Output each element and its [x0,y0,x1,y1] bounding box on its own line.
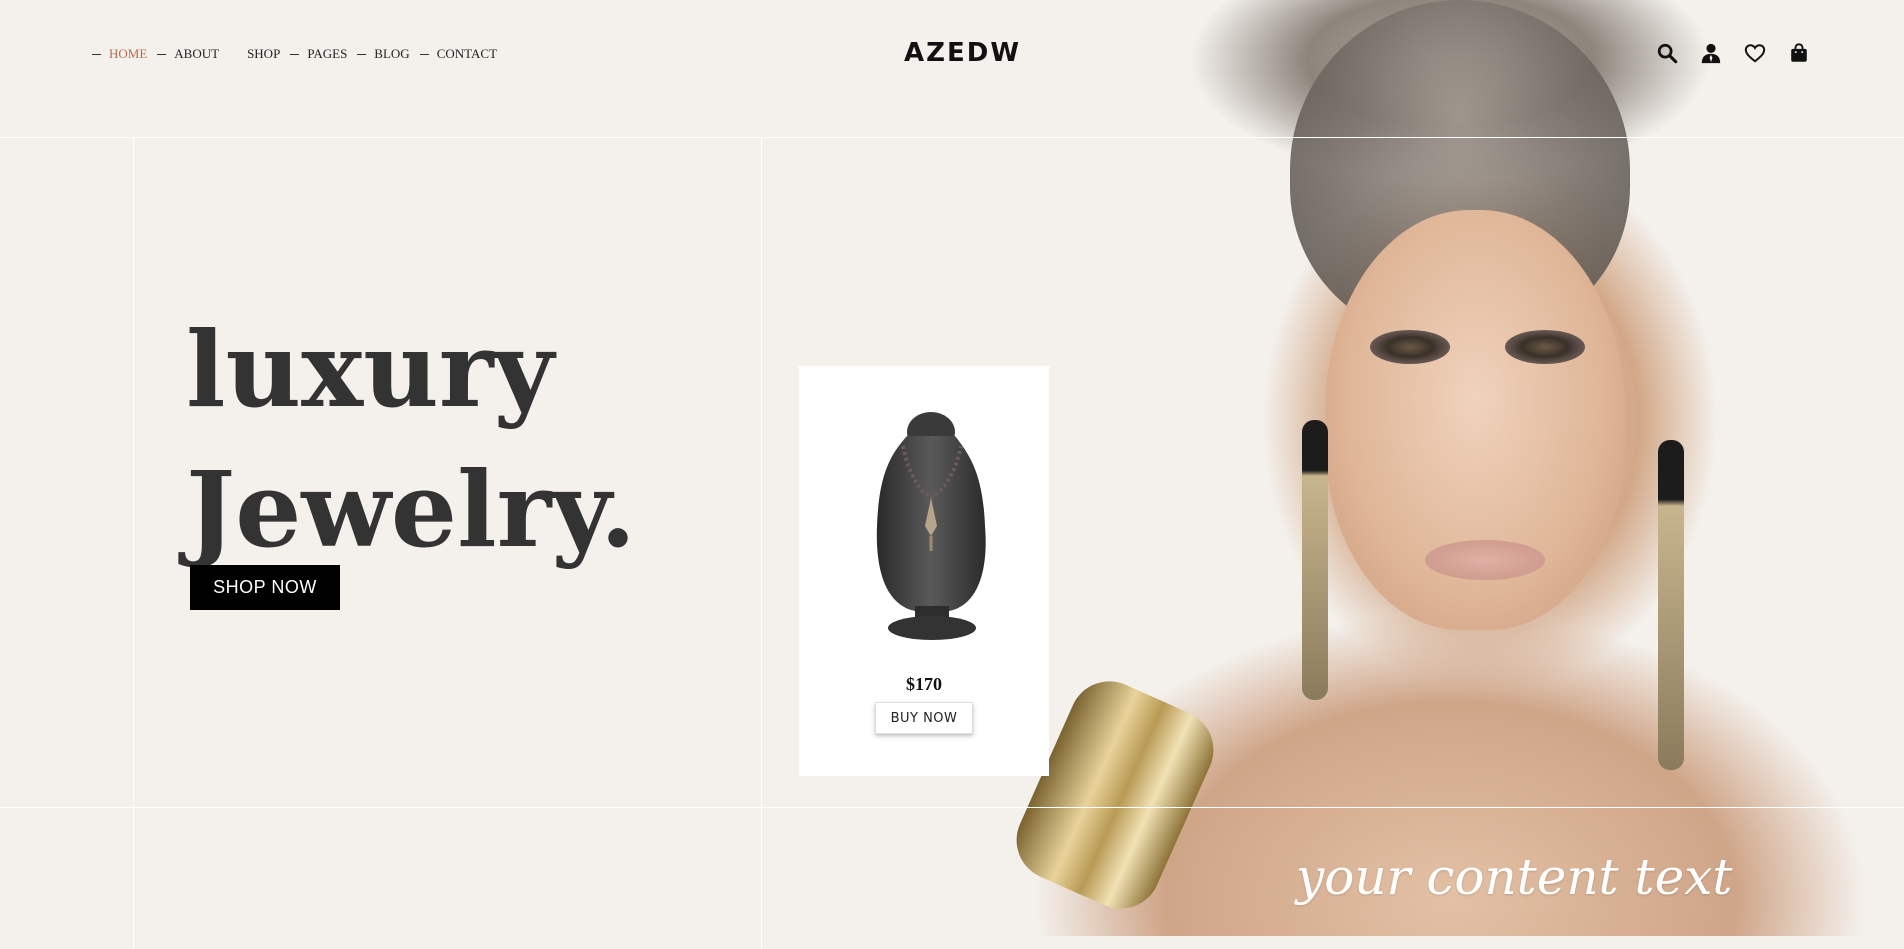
main-nav: HOME ABOUT SHOP PAGES BLOG CONTACT [92,46,507,62]
shop-now-button[interactable]: SHOP NOW [190,565,340,610]
necklace-product-image[interactable] [859,406,999,646]
heart-icon[interactable] [1744,42,1766,64]
header-icons [1656,42,1810,64]
nav-item-blog[interactable]: BLOG [357,46,419,62]
grid-line [133,138,134,949]
product-card: $170 BUY NOW [799,366,1049,776]
hero-headline-line2: Jewelry. [186,448,637,571]
bag-icon[interactable] [1788,42,1810,64]
hero-model-image [930,0,1904,936]
nav-item-pages[interactable]: PAGES [290,46,357,62]
nav-item-about[interactable]: ABOUT [157,46,229,62]
user-icon[interactable] [1700,42,1722,64]
overlay-text: your content text [1296,848,1733,906]
grid-line [761,138,762,949]
site-logo[interactable]: AZEDW [904,38,1021,68]
nav-item-shop[interactable]: SHOP [247,46,290,62]
grid-line [0,807,1904,808]
hero-headline: luxury Jewelry. [186,300,636,580]
nav-item-contact[interactable]: CONTACT [419,46,507,62]
nav-item-home[interactable]: HOME [92,46,157,62]
product-price: $170 [906,674,942,694]
buy-now-button[interactable]: BUY NOW [875,702,973,734]
grid-line [0,137,1904,138]
search-icon[interactable] [1656,42,1678,64]
hero-headline-line1: luxury [186,308,554,431]
